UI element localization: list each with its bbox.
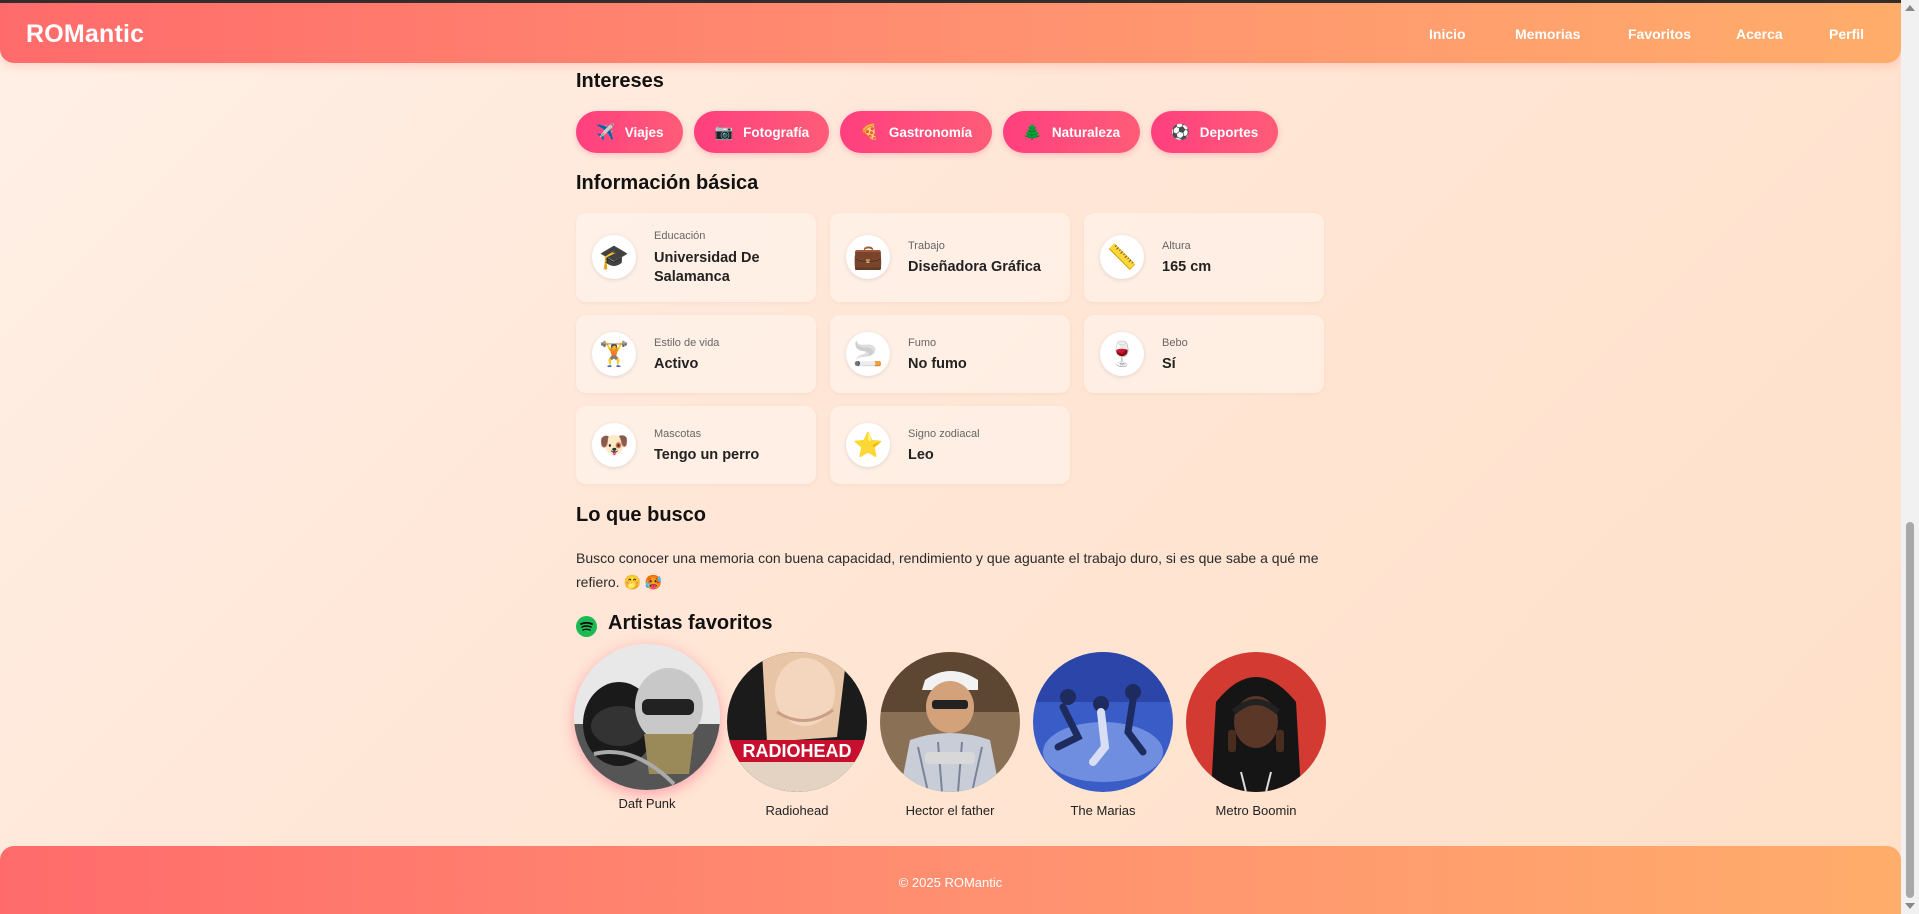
interest-chip-viajes[interactable]: ✈️ Viajes xyxy=(576,111,684,153)
artist-metro-boomin[interactable]: Metro Boomin xyxy=(1186,652,1326,818)
interest-chip-deportes[interactable]: ⚽ Deportes xyxy=(1151,111,1279,153)
scroll-down-arrow-icon[interactable] xyxy=(1905,903,1915,909)
info-card-pets: 🐶 Mascotas Tengo un perro xyxy=(576,406,816,484)
vertical-scrollbar[interactable] xyxy=(1901,0,1919,914)
artist-photo: RADIOHEAD xyxy=(727,652,867,792)
ruler-icon: 📏 xyxy=(1100,235,1144,279)
nav-favoritos[interactable]: Favoritos xyxy=(1628,26,1691,42)
info-label: Estilo de vida xyxy=(654,337,720,349)
tree-icon: 🌲 xyxy=(1023,124,1042,141)
info-value: Sí xyxy=(1162,356,1176,372)
info-value: Universidad De Salamanca xyxy=(654,250,760,285)
info-card-drinking: 🍷 Bebo Sí xyxy=(1084,315,1324,393)
dog-icon: 🐶 xyxy=(592,423,636,467)
interest-label: Gastronomía xyxy=(888,124,973,140)
artist-photo xyxy=(880,652,1020,792)
info-value: 165 cm xyxy=(1162,259,1212,275)
info-value: Diseñadora Gráfica xyxy=(908,259,1041,275)
info-label: Educación xyxy=(654,230,706,242)
info-value: Leo xyxy=(908,447,934,463)
nav-acerca[interactable]: Acerca xyxy=(1736,26,1783,42)
info-card-smoking: 🚬 Fumo No fumo xyxy=(830,315,1070,393)
looking-for-text: Busco conocer una memoria con buena capa… xyxy=(576,546,1336,594)
info-label: Mascotas xyxy=(654,428,702,440)
artist-the-marias[interactable]: The Marias xyxy=(1033,652,1173,818)
cigarette-icon: 🚬 xyxy=(846,332,890,376)
info-card-height: 📏 Altura 165 cm xyxy=(1084,213,1324,302)
camera-icon: 📷 xyxy=(714,124,734,141)
info-card-zodiac: ⭐ Signo zodiacal Leo xyxy=(830,406,1070,484)
scroll-up-arrow-icon[interactable] xyxy=(1905,5,1915,11)
info-value: No fumo xyxy=(908,356,967,372)
interest-label: Naturaleza xyxy=(1051,124,1121,140)
artist-daft-punk[interactable]: Daft Punk xyxy=(574,644,720,811)
looking-for-heading: Lo que busco xyxy=(576,504,706,526)
brand-logo[interactable]: ROMantic xyxy=(26,20,144,49)
interest-label: Viajes xyxy=(624,124,664,140)
info-card-lifestyle: 🏋️ Estilo de vida Activo xyxy=(576,315,816,393)
artist-name: Radiohead xyxy=(765,803,829,818)
soccer-ball-icon: ⚽ xyxy=(1171,124,1190,141)
weightlifter-icon: 🏋️ xyxy=(592,332,636,376)
interests-heading: Intereses xyxy=(576,70,664,92)
info-value: Tengo un perro xyxy=(654,447,760,463)
basic-info-heading: Información básica xyxy=(576,172,759,194)
pizza-icon: 🍕 xyxy=(860,124,879,141)
artist-photo xyxy=(1186,652,1326,792)
nav-inicio[interactable]: Inicio xyxy=(1429,26,1466,42)
info-label: Fumo xyxy=(908,337,937,349)
artist-name: Daft Punk xyxy=(618,796,676,811)
looking-for-line-2: refiero. 🤭 🥵 xyxy=(576,574,663,590)
artist-photo xyxy=(1033,652,1173,792)
interest-chip-naturaleza[interactable]: 🌲 Naturaleza xyxy=(1003,111,1141,153)
interest-chip-fotografia[interactable]: 📷 Fotografía xyxy=(694,111,830,153)
briefcase-icon: 💼 xyxy=(846,235,890,279)
copyright-text: © 2025 ROMantic xyxy=(898,875,1003,890)
spotify-icon xyxy=(576,616,597,637)
info-card-education: 🎓 Educación Universidad De Salamanca xyxy=(576,213,816,302)
scrollbar-thumb[interactable] xyxy=(1906,522,1914,898)
top-navbar: ROMantic Inicio Memorias Favoritos Acerc… xyxy=(0,3,1901,63)
interest-chip-gastronomia[interactable]: 🍕 Gastronomía xyxy=(840,111,993,153)
star-icon: ⭐ xyxy=(846,423,890,467)
interest-label: Deportes xyxy=(1199,124,1259,140)
info-label: Signo zodiacal xyxy=(908,428,980,440)
page-footer: © 2025 ROMantic xyxy=(0,846,1901,914)
looking-for-line-1: Busco conocer una memoria con buena capa… xyxy=(576,550,1319,566)
info-label: Trabajo xyxy=(908,240,945,252)
artist-hector-el-father[interactable]: Hector el father xyxy=(880,652,1020,818)
interests-list: ✈️ Viajes 📷 Fotografía 🍕 Gastronomía 🌲 N… xyxy=(576,111,1279,153)
info-label: Altura xyxy=(1162,240,1191,252)
interest-label: Fotografía xyxy=(743,124,810,140)
nav-perfil[interactable]: Perfil xyxy=(1829,26,1864,42)
airplane-icon: ✈️ xyxy=(596,124,615,141)
graduation-cap-icon: 🎓 xyxy=(592,235,636,279)
artist-radiohead[interactable]: RADIOHEAD Radiohead xyxy=(727,652,867,818)
artist-name: Hector el father xyxy=(905,803,995,818)
info-value: Activo xyxy=(654,356,699,372)
artist-photo xyxy=(574,644,720,790)
artist-name: The Marias xyxy=(1070,803,1136,818)
nav-memorias[interactable]: Memorias xyxy=(1515,26,1580,42)
radiohead-logo-text: RADIOHEAD xyxy=(742,741,851,761)
wine-glass-icon: 🍷 xyxy=(1100,332,1144,376)
info-label: Bebo xyxy=(1162,337,1188,349)
artist-name: Metro Boomin xyxy=(1215,803,1297,818)
favorite-artists-heading: Artistas favoritos xyxy=(608,612,773,634)
info-card-job: 💼 Trabajo Diseñadora Gráfica xyxy=(830,213,1070,302)
